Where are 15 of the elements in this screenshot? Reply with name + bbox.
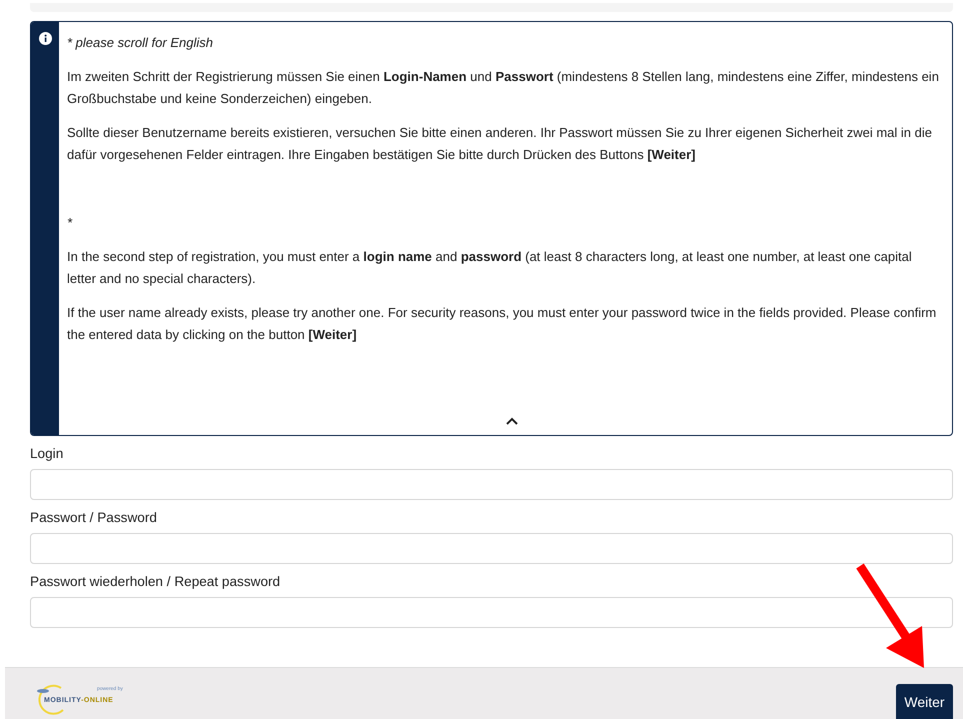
info-icon	[38, 32, 52, 45]
info-paragraph: If the user name already exists, please try another one. For security reasons, you must enter your password twice in the fields provided. Please confirm the entered data by clicking on the button [Weiter]	[67, 304, 938, 344]
input-field[interactable]	[30, 469, 953, 500]
info-paragraph: Im zweiten Schritt der Registrierung müssen Sie einen Login-Namen und Passwort (mindestens 8 Stellen lang, mindestens eine Ziffer, mindestens ein Großbuchstabe und keine Sonderzeichen) eingeben.	[67, 68, 940, 108]
field-label: Login	[30, 445, 64, 463]
info-paragraph: In the second step of registration, you must enter a login name and password (at least 8 characters long, at least one number, at least one capital letter and no special characters).	[67, 248, 913, 288]
input-field[interactable]	[30, 533, 953, 564]
input-field[interactable]	[30, 597, 953, 628]
field-label: Passwort / Password	[30, 509, 158, 527]
chevron-up-icon[interactable]	[506, 417, 518, 425]
info-paragraph: * please scroll for English	[67, 34, 214, 52]
info-paragraph: *	[67, 214, 74, 232]
next-button[interactable]: Weiter	[896, 684, 953, 719]
field-label: Passwort wiederholen / Repeat password	[30, 573, 282, 591]
info-paragraph: Sollte dieser Benutzername bereits existieren, versuchen Sie bitte einen anderen. Ihr Passwort müssen Sie zu Ihrer eigenen Sicherheit zwei mal in die dafür vorgesehenen Felder eintragen. Ihre Eingaben bestätigen Sie bitte durch Drücken des Buttons [Weiter]	[67, 124, 933, 164]
